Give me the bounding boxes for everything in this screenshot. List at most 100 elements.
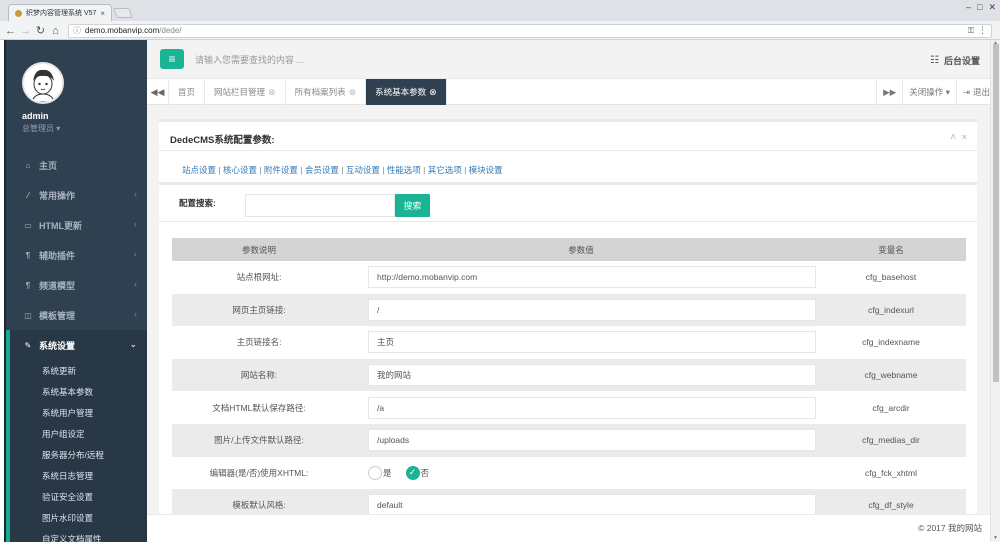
param-label: 编辑器(是/否)使用XHTML: bbox=[209, 467, 309, 478]
tabs-prev-icon[interactable]: ◀◀ bbox=[147, 79, 169, 105]
config-search-input[interactable] bbox=[245, 194, 395, 217]
sidebar-item-label: 常用操作 bbox=[39, 190, 76, 201]
menu-dots-icon[interactable]: ⋮ bbox=[978, 25, 987, 36]
radio-checked-icon[interactable]: ✓ bbox=[405, 465, 420, 480]
sidebar-item-6[interactable]: ◫ 模板管理 ‹ bbox=[6, 300, 147, 330]
sidebar-item-2[interactable]: ⁄ 常用操作 ‹ bbox=[6, 180, 147, 210]
panel-close-icon[interactable]: × bbox=[962, 132, 967, 142]
sidebar-item-5[interactable]: ¶ 频道模型 ‹ bbox=[6, 270, 147, 300]
magic-wand-icon: ⁄ bbox=[27, 190, 29, 200]
browser-toolbar: ← → ↻ ⌂ ⓘ demo.mobanvip.com/dede/ ⚿ ⋮ bbox=[0, 21, 1000, 40]
top-search-input[interactable]: 请输入您需要查找的内容 ... bbox=[195, 53, 304, 66]
config-table: 参数说明 参数值 变量名 站点根网址: http://demo.mobanvip.… bbox=[172, 238, 966, 514]
param-value-input[interactable]: / bbox=[368, 298, 816, 321]
config-link[interactable]: 会员设置 bbox=[305, 165, 339, 175]
radio-option[interactable]: 是 bbox=[368, 465, 392, 480]
table-row: 主页链接名: 主页 cfg_indexname bbox=[172, 326, 966, 359]
config-link[interactable]: 性能选项 bbox=[387, 165, 421, 175]
page-tabs-bar: ◀◀ 首页 网站栏目管理 ⊗ 所有档案列表 ⊗ 系统基本参数 ⊗ ▶▶ 关闭操作 ▾ ⇥ 退… bbox=[147, 79, 996, 105]
vertical-scrollbar[interactable]: ▲ ▼ bbox=[990, 40, 1000, 542]
submenu-item[interactable]: 服务器分布/远程 bbox=[10, 444, 147, 465]
logout-label: 退出 bbox=[972, 87, 990, 97]
tabs-next-icon[interactable]: ▶▶ bbox=[876, 79, 902, 105]
config-link[interactable]: 站点设置 bbox=[182, 165, 216, 175]
menu-toggle-button[interactable]: ≡ bbox=[160, 49, 184, 69]
page-tab-label: 网站栏目管理 bbox=[214, 87, 266, 97]
submenu-item[interactable]: 系统用户管理 bbox=[10, 402, 147, 423]
tab-close-icon[interactable]: ⊗ bbox=[349, 87, 357, 98]
forward-icon[interactable]: → bbox=[19, 24, 32, 38]
submenu-item[interactable]: 系统日志管理 bbox=[10, 465, 147, 486]
config-search-button[interactable]: 搜索 bbox=[395, 194, 430, 217]
sidebar-item-1[interactable]: ⌂ 主页 bbox=[6, 150, 147, 180]
window-close-icon[interactable]: ✕ bbox=[988, 2, 996, 13]
columns-icon: ◫ bbox=[24, 310, 32, 320]
page-tab-4[interactable]: 系统基本参数 ⊗ bbox=[366, 79, 447, 105]
page-tab-label: 所有档案列表 bbox=[294, 87, 346, 97]
backend-settings-link[interactable]: ☷ 后台设置 bbox=[930, 54, 980, 67]
chevron-left-icon: ‹ bbox=[134, 309, 137, 319]
scroll-down-icon[interactable]: ▼ bbox=[993, 535, 998, 541]
maximize-icon[interactable]: □ bbox=[977, 2, 982, 13]
table-row: 图片/上传文件默认路径: /uploads cfg_medias_dir bbox=[172, 423, 966, 457]
param-label: 图片/上传文件默认路径: bbox=[214, 435, 304, 446]
scrollbar-thumb[interactable] bbox=[993, 44, 999, 382]
sidebar-item-4[interactable]: ¶ 辅助插件 ‹ bbox=[6, 240, 147, 270]
param-variable-name: cfg_medias_dir bbox=[862, 435, 920, 446]
page-tab-3[interactable]: 所有档案列表 ⊗ bbox=[286, 79, 367, 105]
tab-close-icon[interactable]: ⊗ bbox=[429, 87, 437, 98]
avatar[interactable] bbox=[22, 62, 64, 104]
tab-close-icon[interactable]: ⊗ bbox=[268, 87, 276, 98]
submenu-item[interactable]: 系统基本参数 bbox=[10, 381, 147, 402]
submenu-item[interactable]: 系统更新 bbox=[10, 360, 147, 381]
sidebar-item-label: 主页 bbox=[39, 160, 58, 171]
site-favicon-icon bbox=[15, 9, 22, 17]
config-link[interactable]: 模块设置 bbox=[469, 165, 503, 175]
radio-label: 否 bbox=[420, 467, 430, 478]
config-panel: DedeCMS系统配置参数: ˄ × 站点设置 | 核心设置 | 附件设置 | … bbox=[159, 119, 977, 514]
back-icon[interactable]: ← bbox=[4, 24, 17, 38]
submenu-item[interactable]: 用户组设定 bbox=[10, 423, 147, 444]
page-info-icon[interactable]: ⓘ bbox=[73, 25, 81, 36]
param-value-input[interactable]: default bbox=[368, 494, 816, 514]
submenu-item[interactable]: 图片水印设置 bbox=[10, 507, 147, 528]
reload-icon[interactable]: ↻ bbox=[34, 24, 47, 38]
address-bar[interactable]: ⓘ demo.mobanvip.com/dede/ ⚿ ⋮ bbox=[68, 23, 992, 38]
config-link[interactable]: 互动设置 bbox=[346, 165, 380, 175]
radio-option[interactable]: ✓ 否 bbox=[405, 465, 430, 480]
radio-unchecked-icon[interactable] bbox=[368, 465, 382, 480]
sidebar-item-label: HTML更新 bbox=[39, 220, 82, 231]
config-link[interactable]: 核心设置 bbox=[223, 165, 257, 175]
minimize-icon[interactable]: – bbox=[966, 2, 971, 13]
config-link[interactable]: 其它选项 bbox=[428, 165, 462, 175]
page-tab-2[interactable]: 网站栏目管理 ⊗ bbox=[205, 79, 286, 105]
browser-tab[interactable]: 织梦内容管理系统 V57_... × bbox=[8, 4, 112, 21]
new-tab-button[interactable] bbox=[113, 8, 133, 18]
sidebar-item-system-settings[interactable]: ✎ 系统设置 ⌄ bbox=[6, 330, 147, 360]
param-value-input[interactable]: 我的网站 bbox=[368, 364, 816, 387]
home-button-icon[interactable]: ⌂ bbox=[49, 24, 62, 38]
close-ops-dropdown[interactable]: 关闭操作 ▾ bbox=[902, 79, 956, 105]
param-variable-name: cfg_fck_xhtml bbox=[865, 467, 917, 478]
param-value-input[interactable]: /a bbox=[368, 396, 816, 419]
param-label: 文档HTML默认保存路径: bbox=[212, 402, 306, 413]
page-tab-1[interactable]: 首页 bbox=[169, 79, 206, 105]
key-icon[interactable]: ⚿ bbox=[968, 26, 974, 36]
sidebar-item-label: 辅助插件 bbox=[39, 250, 76, 261]
panel-tools: ˄ × bbox=[950, 132, 967, 142]
param-value-input[interactable]: /uploads bbox=[368, 429, 816, 452]
link-separator: | bbox=[256, 165, 264, 175]
submenu-item[interactable]: 自定义文档属性 bbox=[10, 528, 147, 542]
browser-tab-close-icon[interactable]: × bbox=[100, 9, 105, 18]
user-role-dropdown[interactable]: 总管理员 ▾ bbox=[22, 123, 147, 134]
param-value-input[interactable]: 主页 bbox=[368, 331, 816, 354]
collapse-icon[interactable]: ˄ bbox=[950, 132, 955, 142]
link-separator: | bbox=[216, 165, 223, 175]
submenu-item[interactable]: 验证安全设置 bbox=[10, 486, 147, 507]
param-value-input[interactable]: http://demo.mobanvip.com bbox=[368, 266, 816, 289]
config-link[interactable]: 附件设置 bbox=[264, 165, 298, 175]
table-header: 参数说明 参数值 变量名 bbox=[172, 238, 966, 261]
sidebar-item-3[interactable]: ▭ HTML更新 ‹ bbox=[6, 210, 147, 240]
settings-list-icon: ☷ bbox=[930, 55, 939, 66]
username[interactable]: admin bbox=[22, 111, 147, 121]
